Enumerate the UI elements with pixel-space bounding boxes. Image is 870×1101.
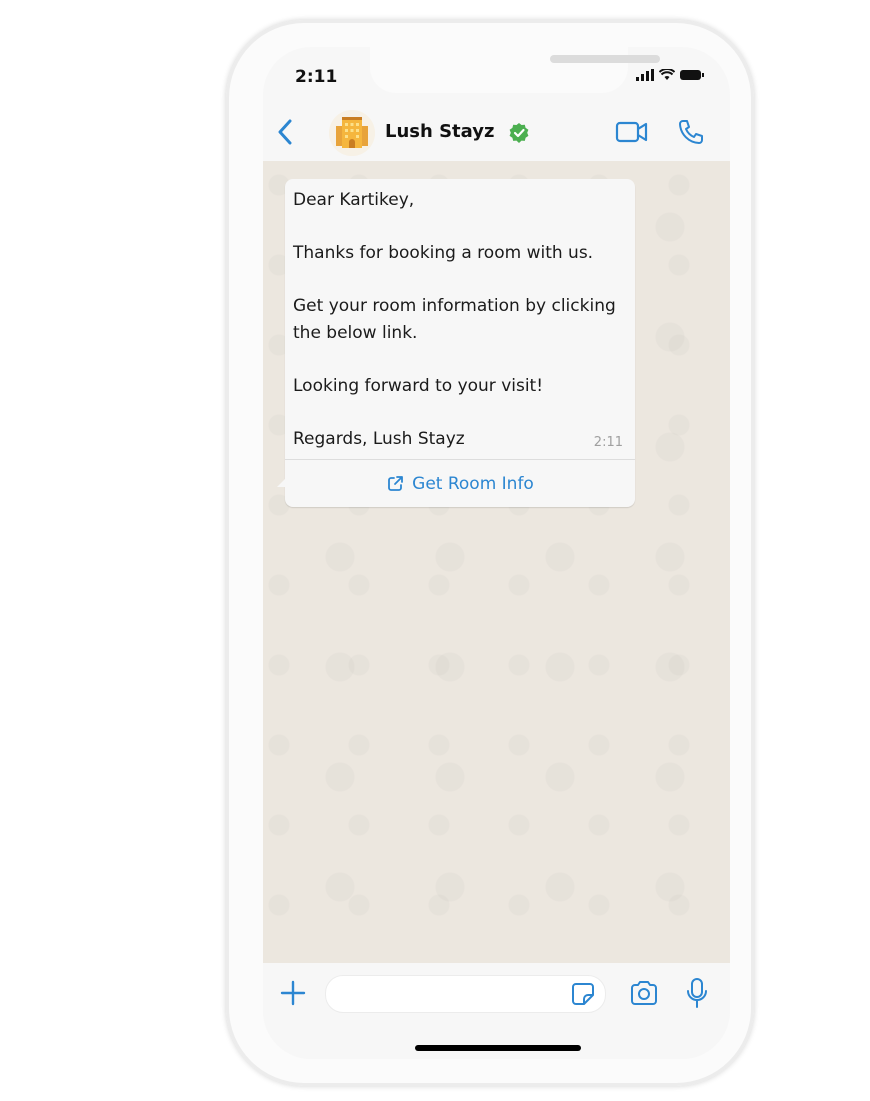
message-input[interactable] [325, 975, 606, 1013]
status-icons [636, 69, 704, 81]
battery-icon [680, 70, 704, 80]
message-bubble: Dear Kartikey, Thanks for booking a room… [277, 179, 635, 507]
composer-bar [263, 963, 730, 1059]
chat-area: Dear Kartikey, Thanks for booking a room… [263, 161, 730, 963]
wifi-icon [659, 69, 675, 80]
get-room-info-label: Get Room Info [412, 473, 534, 494]
chat-title[interactable]: Lush Stayz [385, 121, 494, 142]
chat-header: Lush Stayz [263, 105, 730, 161]
speaker [550, 55, 660, 63]
get-room-info-button[interactable]: Get Room Info [285, 460, 635, 507]
video-call-icon[interactable] [615, 119, 649, 145]
sticker-icon[interactable] [571, 982, 595, 1006]
status-time: 2:11 [295, 67, 338, 87]
camera-icon[interactable] [629, 979, 659, 1007]
message-time: 2:11 [593, 435, 623, 450]
notch [370, 47, 660, 93]
message-text: Dear Kartikey, Thanks for booking a room… [293, 190, 616, 449]
home-indicator [415, 1045, 581, 1051]
external-link-icon [388, 475, 404, 491]
plus-icon[interactable] [279, 979, 307, 1007]
back-icon[interactable] [273, 117, 297, 147]
phone-screen: 2:11 Lush Stayz Dear Kartikey, Thanks fo… [263, 47, 730, 1059]
signal-icon [636, 69, 654, 81]
microphone-icon[interactable] [685, 977, 709, 1009]
verified-badge-icon [509, 123, 529, 143]
hotel-avatar-icon[interactable] [329, 110, 375, 156]
phone-call-icon[interactable] [677, 118, 705, 146]
